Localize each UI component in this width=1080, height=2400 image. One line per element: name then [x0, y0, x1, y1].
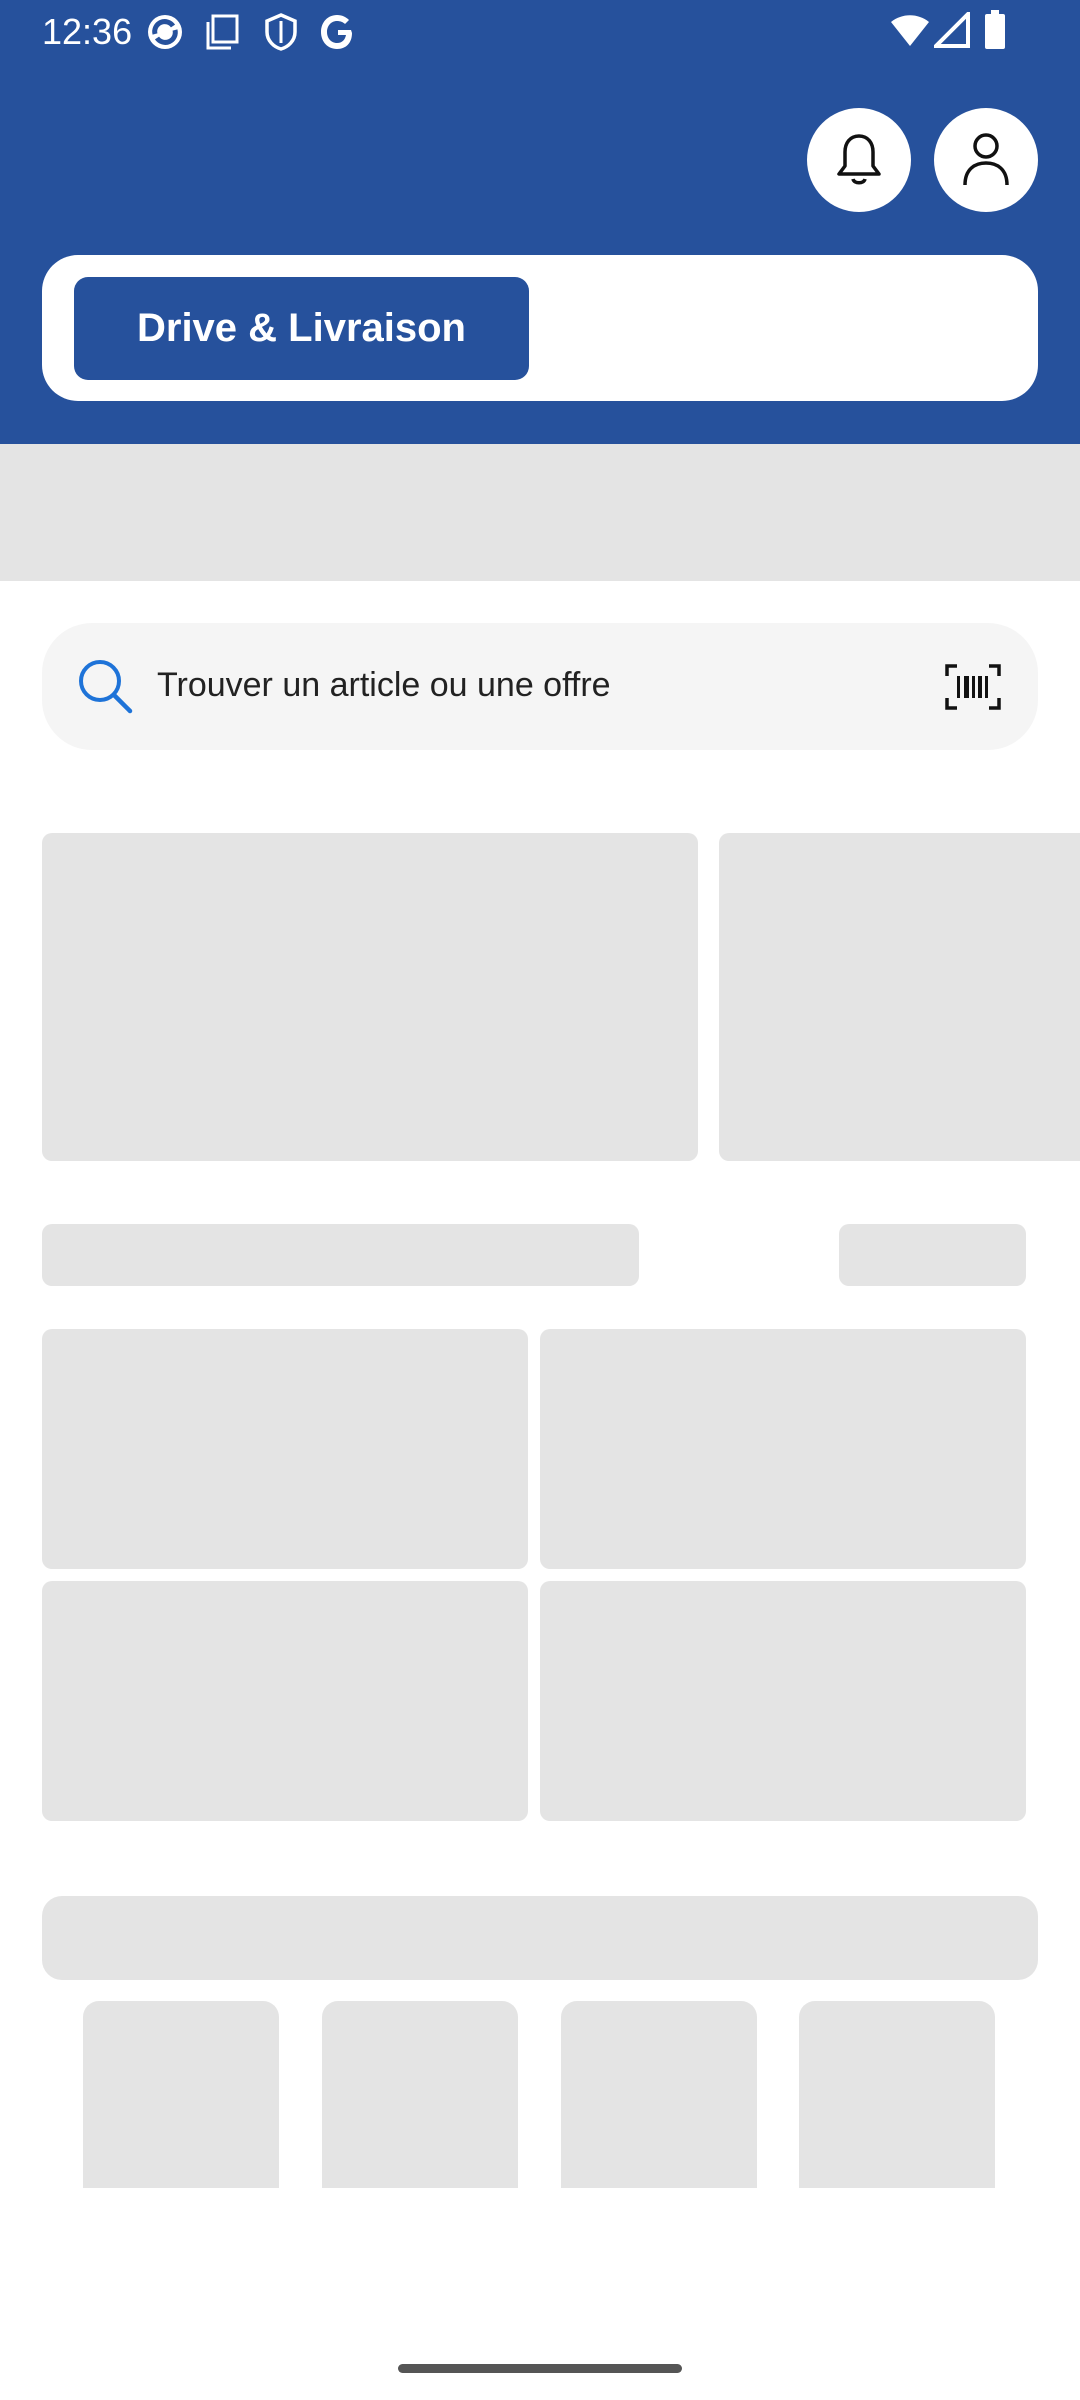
banner-placeholder: [0, 444, 1080, 581]
sync-app-icon: [148, 15, 182, 49]
google-icon: [321, 15, 352, 49]
barcode-scan-icon[interactable]: [945, 664, 1001, 710]
skeleton-wide-bar: [42, 1896, 1038, 1980]
skeleton-tile: [42, 1329, 528, 1569]
skeleton-category: [322, 2001, 518, 2201]
skeleton-promo-card: [42, 833, 698, 1161]
notifications-button[interactable]: [807, 108, 911, 212]
status-time: 12:36: [42, 11, 133, 52]
bell-icon: [837, 134, 881, 185]
skeleton-section-title: [42, 1224, 639, 1286]
skeleton-promo-card: [719, 833, 1080, 1161]
skeleton-category: [799, 2001, 995, 2201]
skeleton-category: [561, 2001, 757, 2201]
signal-icon: [934, 12, 970, 48]
skeleton-category: [83, 2001, 279, 2201]
skeleton-tile: [42, 1581, 528, 1821]
search-icon: [79, 660, 133, 714]
shield-icon: [265, 13, 297, 51]
account-button[interactable]: [934, 108, 1038, 212]
wifi-icon: [891, 15, 929, 46]
copy-icon: [206, 14, 239, 50]
battery-icon: [985, 10, 1005, 49]
drive-delivery-button[interactable]: Drive & Livraison: [74, 277, 529, 380]
user-icon: [963, 133, 1009, 186]
skeleton-section-link: [839, 1224, 1026, 1286]
search-input[interactable]: Trouver un article ou une offre: [157, 663, 611, 707]
skeleton-tile: [540, 1581, 1026, 1821]
gesture-handle[interactable]: [398, 2364, 682, 2373]
skeleton-tile: [540, 1329, 1026, 1569]
